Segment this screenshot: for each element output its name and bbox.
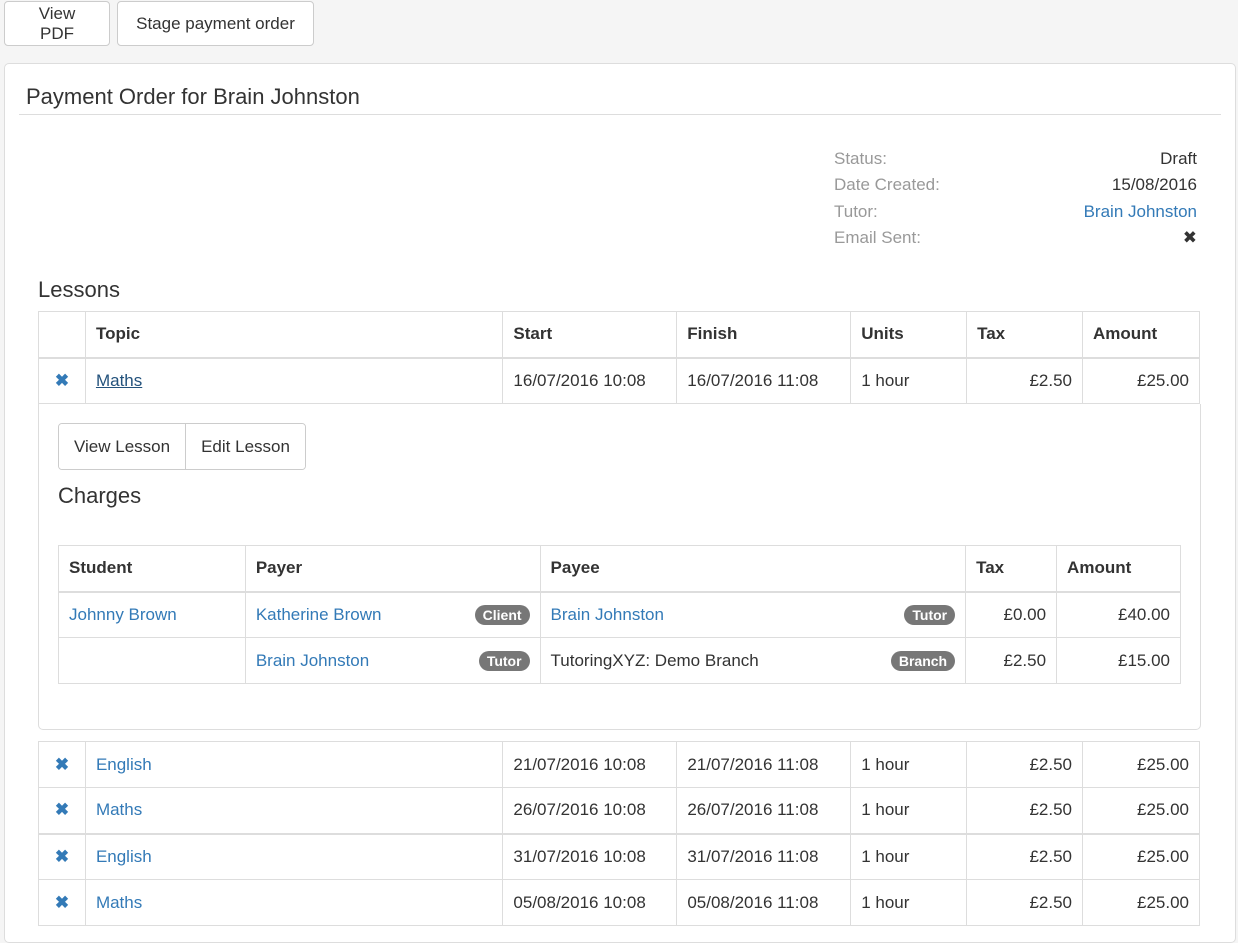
units-cell: 1 hour (850, 357, 968, 404)
payer-link[interactable]: Brain Johnston (256, 651, 369, 671)
lessons-table-continued: ✖ English 21/07/2016 10:08 21/07/2016 11… (38, 741, 1200, 926)
charge-row: Brain Johnston Tutor TutoringXYZ: Demo Br… (58, 637, 1181, 684)
page-title: Payment Order for Brain Johnston (26, 84, 360, 109)
table-row[interactable]: ✖ English 31/07/2016 10:08 31/07/2016 11… (38, 832, 1200, 880)
finish-cell: 31/07/2016 11:08 (676, 832, 852, 880)
charge-row: Johnny Brown Katherine Brown Client Brain… (58, 591, 1181, 638)
amount-cell: £25.00 (1082, 832, 1200, 880)
lessons-table: Topic Start Finish Units Tax Amount ✖ Ma… (38, 311, 1200, 404)
units-cell: 1 hour (850, 787, 968, 834)
edit-lesson-button[interactable]: Edit Lesson (185, 424, 305, 469)
finish-cell: 21/07/2016 11:08 (676, 741, 852, 788)
meta-label: Email Sent: (834, 228, 921, 247)
expand-icon[interactable]: ✖ (55, 800, 69, 819)
expand-icon[interactable]: ✖ (55, 893, 69, 912)
meta-label: Date Created: (834, 175, 940, 194)
column-header (38, 311, 86, 359)
amount-cell: £25.00 (1082, 879, 1200, 926)
column-header-amount: Amount (1082, 311, 1200, 359)
payer-role-badge: Tutor (478, 650, 530, 671)
units-cell: 1 hour (850, 741, 968, 788)
start-cell: 21/07/2016 10:08 (502, 741, 678, 788)
column-header-payee: Payee (539, 545, 967, 593)
amount-cell: £25.00 (1082, 741, 1200, 788)
tax-cell: £2.50 (966, 879, 1084, 926)
payee-name: TutoringXYZ: Demo Branch (550, 650, 759, 670)
payee-role-badge: Branch (890, 650, 956, 671)
column-header-start: Start (502, 311, 678, 359)
payee-link[interactable]: Brain Johnston (551, 605, 664, 625)
tax-cell: £2.50 (966, 357, 1083, 404)
tax-cell: £2.50 (966, 787, 1084, 834)
tax-cell: £2.50 (966, 741, 1084, 788)
units-cell: 1 hour (850, 879, 968, 926)
start-cell: 31/07/2016 10:08 (502, 832, 678, 880)
column-header-tax: Tax (965, 545, 1058, 593)
expand-icon[interactable]: ✖ (55, 755, 69, 774)
payer-link[interactable]: Katherine Brown (256, 605, 382, 625)
meta-label: Status: (834, 149, 887, 168)
email-not-sent-icon: ✖ (1182, 228, 1197, 247)
student-cell (58, 637, 246, 684)
tax-cell: £2.50 (966, 832, 1084, 880)
column-header-topic: Topic (84, 311, 504, 359)
title-divider (19, 114, 1221, 115)
view-lesson-button[interactable]: View Lesson (59, 424, 186, 469)
column-header-student: Student (58, 545, 246, 593)
view-pdf-button[interactable]: View PDF (4, 1, 110, 46)
table-row[interactable]: ✖ Maths 05/08/2016 10:08 05/08/2016 11:0… (38, 879, 1200, 926)
column-header-payer: Payer (244, 545, 541, 593)
amount-cell: £25.00 (1082, 787, 1200, 834)
tax-cell: £0.00 (965, 591, 1058, 638)
meta-tutor: Tutor: Brain Johnston (834, 202, 1197, 222)
topic-link[interactable]: Maths (96, 800, 142, 819)
payee-role-badge: Tutor (904, 604, 956, 625)
table-row[interactable]: ✖ Maths 26/07/2016 10:08 26/07/2016 11:0… (38, 787, 1200, 834)
meta-status: Status: Draft (834, 149, 1197, 169)
finish-cell: 26/07/2016 11:08 (676, 787, 852, 834)
student-link[interactable]: Johnny Brown (69, 605, 177, 624)
lessons-heading: Lessons (38, 277, 120, 302)
finish-cell: 05/08/2016 11:08 (676, 879, 852, 926)
topic-link[interactable]: Maths (96, 893, 142, 912)
collapse-icon[interactable]: ✖ (55, 371, 69, 390)
table-row[interactable]: ✖ English 21/07/2016 10:08 21/07/2016 11… (38, 741, 1200, 788)
finish-cell: 16/07/2016 11:08 (676, 357, 852, 404)
stage-payment-order-button[interactable]: Stage payment order (117, 1, 314, 46)
topic-link[interactable]: Maths (96, 371, 142, 390)
column-header-finish: Finish (676, 311, 852, 359)
meta-label: Tutor: (834, 202, 878, 221)
start-cell: 05/08/2016 10:08 (502, 879, 678, 926)
amount-cell: £25.00 (1082, 357, 1200, 404)
tutor-link[interactable]: Brain Johnston (1084, 202, 1197, 222)
units-cell: 1 hour (850, 832, 968, 880)
charges-table: Student Payer Payee Tax Amount Johnny Br… (58, 545, 1181, 684)
column-header-units: Units (850, 311, 968, 359)
column-header-tax: Tax (966, 311, 1083, 359)
expand-icon[interactable]: ✖ (55, 847, 69, 866)
start-cell: 26/07/2016 10:08 (502, 787, 678, 834)
meta-date-created: Date Created: 15/08/2016 (834, 175, 1197, 195)
charges-heading: Charges (58, 483, 142, 508)
topic-link[interactable]: English (96, 755, 152, 774)
payer-role-badge: Client (474, 604, 530, 625)
date-created-value: 15/08/2016 (1111, 175, 1197, 194)
table-row[interactable]: ✖ Maths 16/07/2016 10:08 16/07/2016 11:0… (38, 357, 1200, 404)
meta-email-sent: Email Sent: ✖ (834, 228, 1197, 248)
amount-cell: £40.00 (1056, 591, 1181, 638)
topic-link[interactable]: English (96, 847, 152, 866)
column-header-amount: Amount (1056, 545, 1181, 593)
lesson-actions: View Lesson Edit Lesson (58, 423, 306, 470)
status-value: Draft (1160, 149, 1197, 168)
amount-cell: £15.00 (1056, 637, 1181, 684)
start-cell: 16/07/2016 10:08 (502, 357, 678, 404)
tax-cell: £2.50 (965, 637, 1058, 684)
